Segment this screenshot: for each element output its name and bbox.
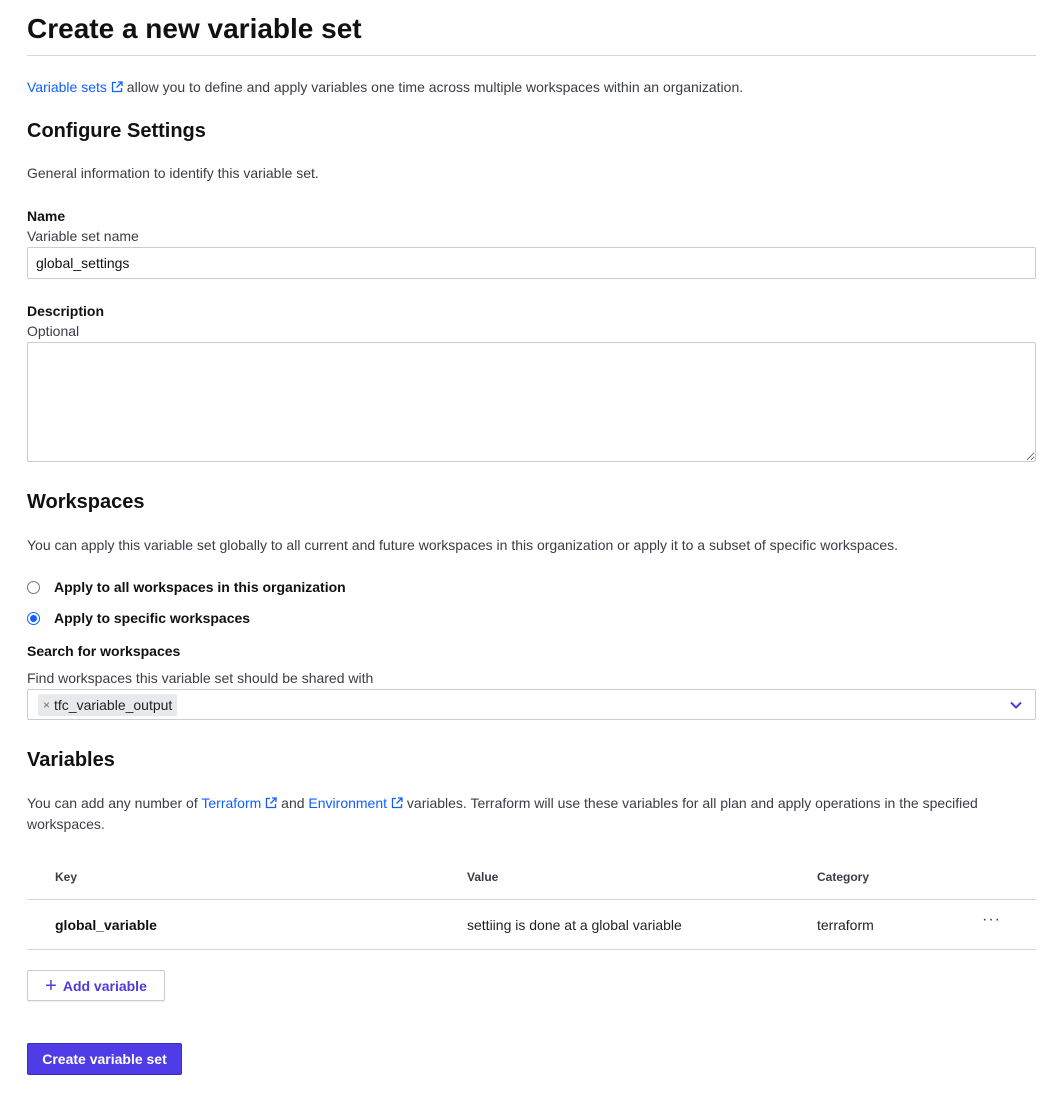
description-textarea[interactable]: [27, 342, 1036, 462]
variable-sets-link[interactable]: Variable sets: [27, 79, 123, 95]
column-value-header: Value: [467, 855, 817, 900]
variables-description-line2: workspaces.: [27, 816, 105, 832]
terraform-link-label: Terraform: [201, 795, 262, 811]
apply-specific-option[interactable]: Apply to specific workspaces: [27, 610, 250, 626]
add-variable-label: Add variable: [62, 977, 147, 994]
search-workspaces-sublabel: Find workspaces this variable set should…: [27, 670, 374, 686]
external-link-icon: [111, 81, 123, 93]
variables-description-prefix: You can add any number of: [27, 795, 198, 811]
column-actions-header: [982, 855, 1036, 900]
external-link-icon: [266, 797, 277, 809]
title-divider: [27, 55, 1036, 56]
variable-category-cell: terraform: [817, 899, 982, 950]
name-label: Name: [27, 208, 66, 224]
apply-all-radio[interactable]: [27, 580, 40, 594]
apply-specific-label: Apply to specific workspaces: [54, 610, 251, 626]
variable-actions-cell: ···: [982, 899, 1036, 950]
workspace-search-combobox[interactable]: × tfc_variable_output: [27, 689, 1036, 720]
page-title: Create a new variable set: [27, 13, 362, 44]
remove-chip-icon[interactable]: ×: [43, 698, 50, 712]
add-variable-button[interactable]: + Add variable: [27, 970, 165, 1001]
environment-link[interactable]: Environment: [308, 795, 403, 811]
external-link-icon: [391, 797, 403, 809]
variable-value-cell: settiing is done at a global variable: [467, 899, 817, 950]
variable-sets-link-label: Variable sets: [27, 79, 107, 95]
more-actions-icon[interactable]: ···: [982, 911, 1001, 928]
configure-settings-heading: Configure Settings: [27, 120, 206, 142]
description-sublabel: Optional: [27, 323, 80, 339]
apply-all-option[interactable]: Apply to all workspaces in this organiza…: [27, 579, 346, 595]
environment-link-label: Environment: [308, 795, 388, 811]
variables-table: Key Value Category global_variable setti…: [27, 855, 1036, 950]
terraform-link[interactable]: Terraform: [201, 795, 277, 811]
apply-all-label: Apply to all workspaces in this organiza…: [54, 579, 346, 595]
variables-description-suffix: variables. Terraform will use these vari…: [406, 795, 978, 811]
table-row: global_variable settiing is done at a gl…: [27, 899, 1036, 950]
variable-set-name-input[interactable]: [27, 247, 1036, 279]
variables-description-and: and: [281, 795, 305, 811]
intro-text: Variable sets allow you to define and ap…: [27, 77, 743, 98]
workspace-chip-label: tfc_variable_output: [54, 696, 173, 713]
workspace-chip: × tfc_variable_output: [38, 693, 178, 716]
settings-description: General information to identify this var…: [27, 165, 319, 181]
apply-specific-radio[interactable]: [27, 611, 40, 625]
column-key-header: Key: [27, 855, 467, 900]
variable-key-cell: global_variable: [27, 899, 467, 950]
search-workspaces-label: Search for workspaces: [27, 643, 181, 659]
plus-icon: +: [45, 974, 57, 997]
create-variable-set-page: Create a new variable set Variable sets …: [27, 0, 1036, 1075]
variables-description: You can add any number of Terraform and …: [27, 793, 1027, 835]
workspaces-heading: Workspaces: [27, 491, 145, 513]
variables-table-header: Key Value Category: [27, 855, 1036, 900]
create-variable-set-button[interactable]: Create variable set: [27, 1043, 182, 1075]
description-label: Description: [27, 303, 105, 319]
variables-heading: Variables: [27, 749, 115, 771]
intro-description: allow you to define and apply variables …: [126, 79, 744, 95]
column-category-header: Category: [817, 855, 982, 900]
workspaces-description: You can apply this variable set globally…: [27, 537, 899, 553]
chevron-down-icon[interactable]: [1009, 700, 1023, 710]
name-sublabel: Variable set name: [27, 228, 139, 244]
